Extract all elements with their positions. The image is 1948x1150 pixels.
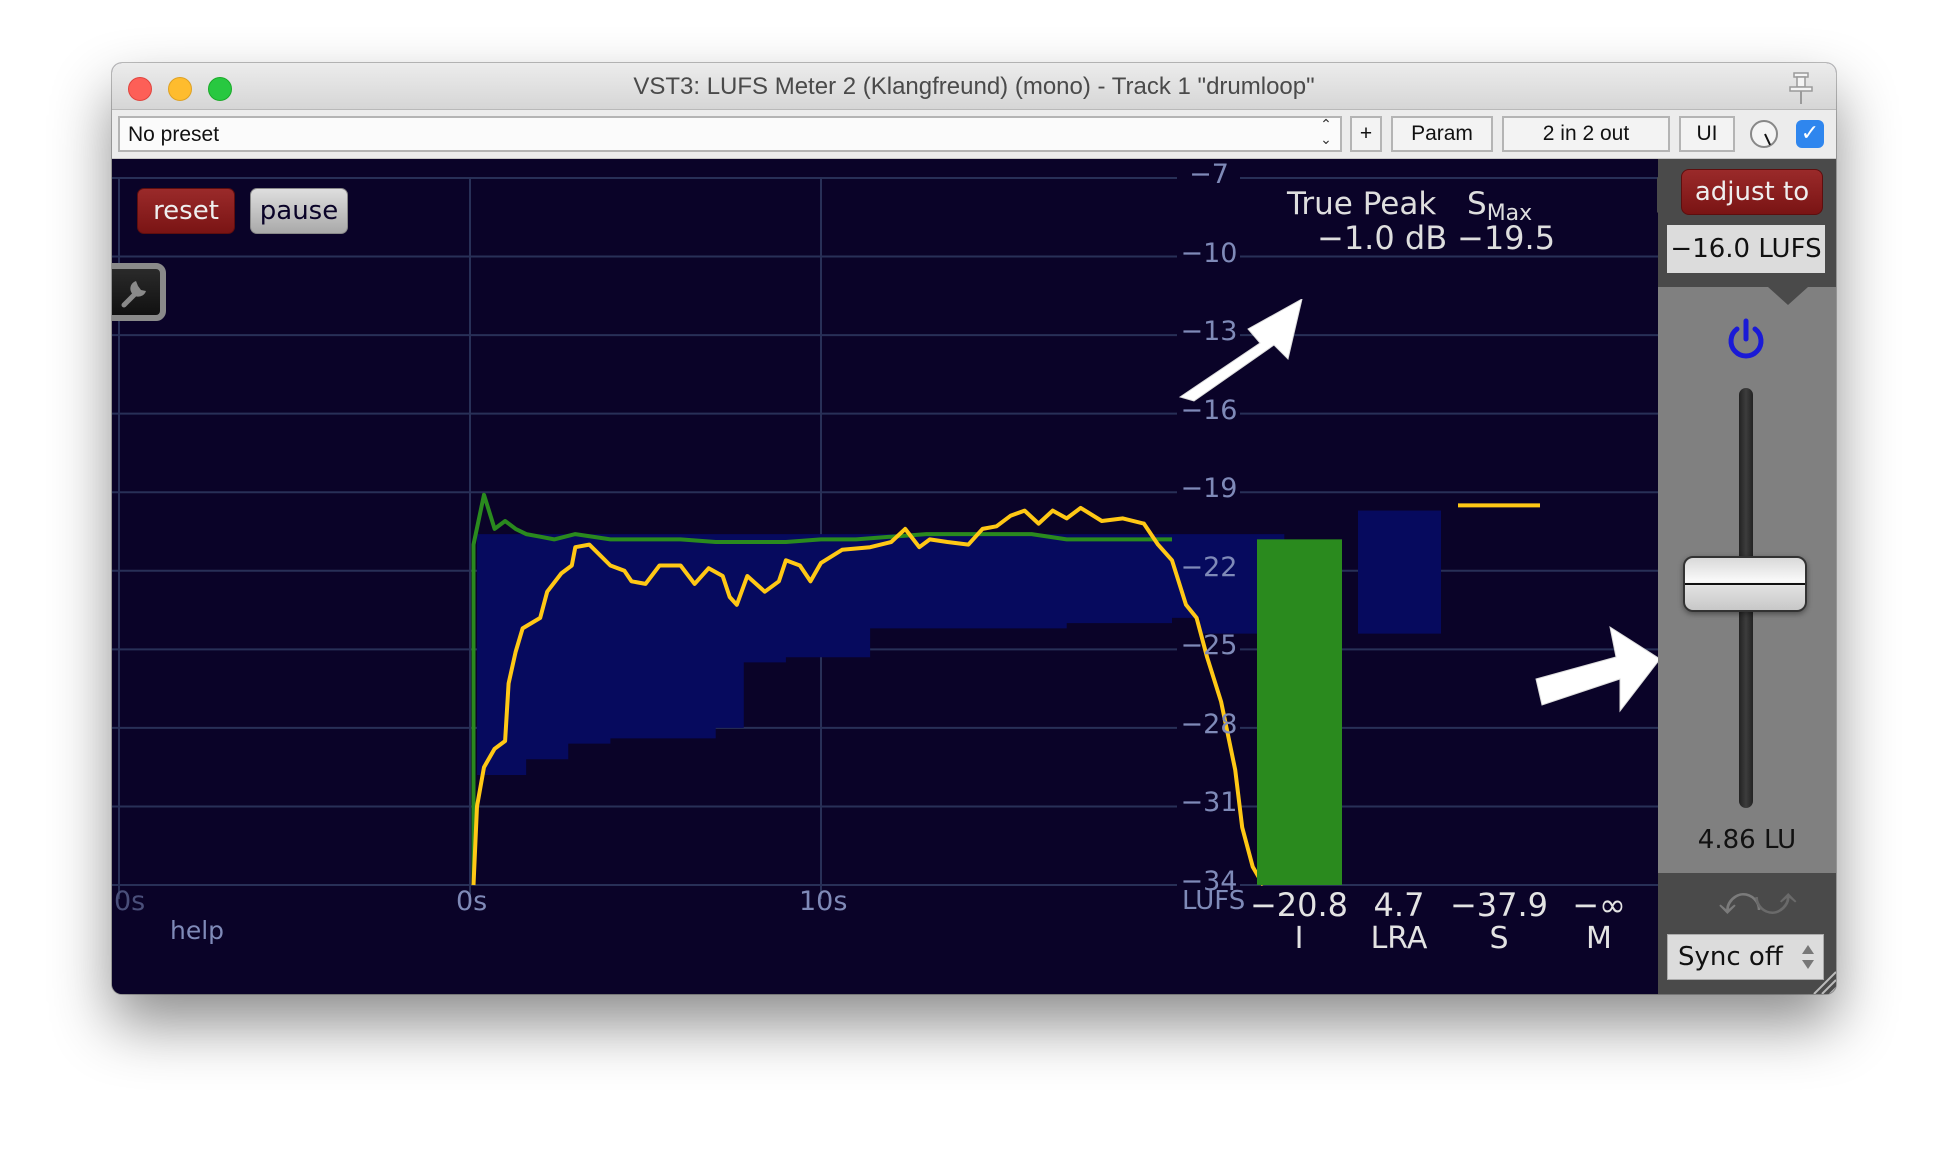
smax-label-main: S: [1467, 186, 1487, 222]
io-button[interactable]: 2 in 2 out: [1502, 116, 1670, 152]
plugin-window: VST3: LUFS Meter 2 (Klangfreund) (mono) …: [112, 63, 1836, 994]
lra-history-band: [477, 534, 1285, 776]
pin-icon[interactable]: [1786, 71, 1816, 105]
ui-button[interactable]: UI: [1679, 116, 1735, 152]
updown-chevron-icon: ⌃ ⌄: [1320, 117, 1332, 148]
unit-label: LUFS: [1182, 886, 1246, 916]
integrated-meter-bar: [1257, 539, 1342, 885]
host-toolbar: No preset ⌃ ⌄ + Param 2 in 2 out UI ✓: [112, 110, 1836, 159]
meter-label-i: I: [1294, 921, 1304, 956]
gain-readout: 4.86 LU: [1697, 825, 1797, 855]
preset-select[interactable]: No preset ⌃ ⌄: [118, 116, 1342, 152]
window-title: VST3: LUFS Meter 2 (Klangfreund) (mono) …: [633, 73, 1315, 100]
lra-meter-range: [1358, 510, 1441, 634]
y-tick-label: −7: [1189, 159, 1229, 190]
gain-fader-handle[interactable]: [1683, 556, 1807, 612]
annotation-arrow-icon: [1178, 299, 1303, 402]
x-tick-label: 10s: [799, 886, 848, 917]
pause-button[interactable]: pause: [250, 188, 348, 234]
add-preset-button[interactable]: +: [1350, 116, 1382, 152]
param-button[interactable]: Param: [1391, 116, 1493, 152]
redo-icon[interactable]: ⤻: [1754, 881, 1797, 921]
power-icon[interactable]: [1723, 317, 1769, 363]
y-tick-label: −22: [1180, 551, 1238, 583]
plugin-content: reset pause −7 −10 −13 −16 −19 −22 −25 −28 −31 −3…: [112, 159, 1836, 994]
true-peak-label: True Peak: [1287, 186, 1437, 222]
y-tick-label: −25: [1180, 630, 1238, 662]
gain-panel: adjust to −16.0 LUFS 4.86 LU ⤺ ⤻ Sync of…: [1657, 159, 1836, 994]
panel-notch: [1657, 177, 1675, 213]
sync-value: Sync off: [1678, 942, 1783, 972]
true-peak-value: −1.0 dB: [1317, 219, 1448, 257]
y-tick-label: −19: [1180, 473, 1238, 505]
title-bar[interactable]: VST3: LUFS Meter 2 (Klangfreund) (mono) …: [112, 63, 1836, 110]
meter-value-i: −20.8: [1249, 886, 1349, 924]
plot-canvas: [112, 177, 1658, 899]
x-tick-label: 0s: [114, 886, 146, 917]
wrench-icon: [121, 281, 146, 308]
target-loudness-field[interactable]: −16.0 LUFS: [1667, 225, 1825, 273]
meter-label-lra: LRA: [1370, 921, 1428, 956]
y-tick-label: −28: [1180, 708, 1238, 740]
adjust-to-button[interactable]: adjust to: [1681, 169, 1823, 215]
meter-label-s: S: [1489, 921, 1509, 956]
meter-value-s: −37.9: [1449, 886, 1549, 924]
y-tick-label: −31: [1180, 787, 1238, 819]
loudness-plot: reset pause −7 −10 −13 −16 −19 −22 −25 −28 −31 −3…: [112, 159, 1661, 994]
bypass-checkbox[interactable]: ✓: [1796, 120, 1824, 148]
updown-arrows-icon: [1802, 945, 1814, 969]
meter-value-lra: 4.7: [1373, 886, 1425, 924]
settings-button[interactable]: [112, 263, 166, 321]
sync-section: ⤺ ⤻ Sync off: [1658, 873, 1836, 994]
annotation-arrow-icon: [1535, 625, 1661, 713]
x-tick-label: 0s: [456, 886, 488, 917]
sync-select[interactable]: Sync off: [1667, 934, 1824, 980]
meter-label-m: M: [1586, 921, 1612, 956]
resize-grip-icon[interactable]: [1810, 968, 1836, 994]
panel-notch: [1768, 287, 1808, 305]
meter-value-m: −∞: [1572, 886, 1626, 924]
smax-value: −19.5: [1457, 219, 1556, 257]
y-tick-label: −10: [1180, 237, 1238, 269]
checkmark-icon: ✓: [1800, 121, 1820, 146]
help-link[interactable]: help: [170, 916, 224, 945]
preset-value: No preset: [128, 123, 220, 146]
mix-knob[interactable]: [1750, 120, 1778, 148]
reset-button[interactable]: reset: [137, 188, 235, 234]
